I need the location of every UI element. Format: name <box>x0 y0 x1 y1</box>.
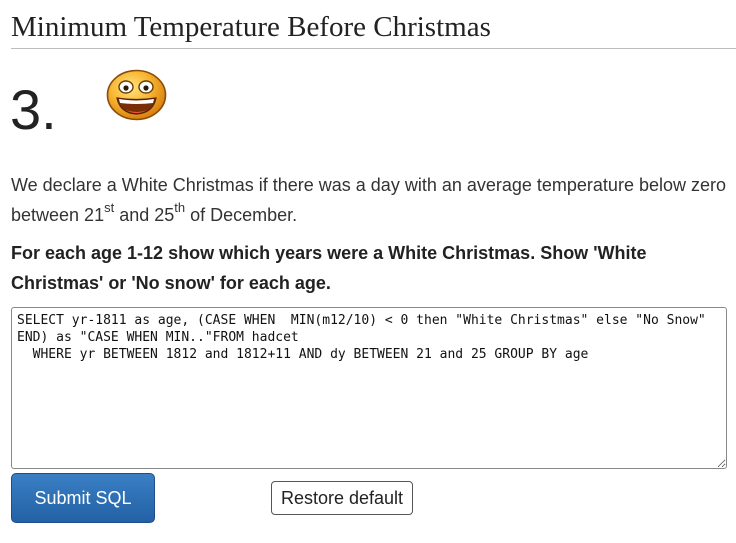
grinning-smiley-icon <box>106 69 167 121</box>
page-title: Minimum Temperature Before Christmas <box>11 10 736 49</box>
sql-editor[interactable]: SELECT yr-1811 as age, (CASE WHEN MIN(m1… <box>11 307 727 469</box>
submit-sql-button[interactable]: Submit SQL <box>11 473 155 523</box>
question-number: 3. <box>10 78 57 141</box>
question-description: We declare a White Christmas if there wa… <box>11 175 726 225</box>
restore-default-button[interactable]: Restore default <box>271 481 413 515</box>
question-task: For each age 1-12 show which years were … <box>11 243 647 293</box>
